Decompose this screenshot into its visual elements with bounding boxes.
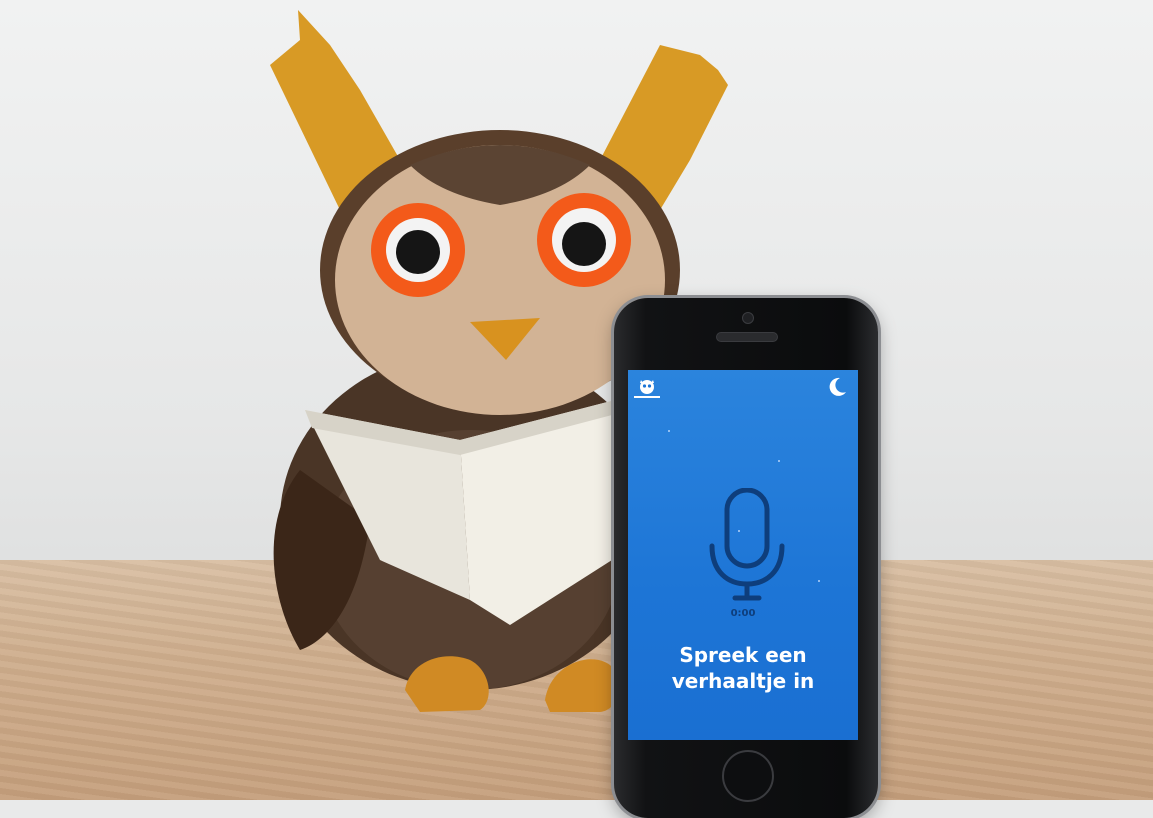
owl-plush	[0, 0, 1153, 800]
owl-illustration	[270, 10, 728, 712]
prompt-line-2: verhaaltje in	[671, 669, 815, 693]
record-button[interactable]	[708, 487, 786, 602]
front-camera	[742, 312, 754, 324]
earpiece-speaker	[716, 332, 778, 342]
microphone-icon	[709, 487, 785, 601]
home-button[interactable]	[722, 750, 774, 802]
moon-icon[interactable]	[826, 376, 848, 398]
recording-timer: 0:00	[730, 608, 756, 619]
smartphone: 0:00 Spreek een verhaaltje in	[614, 298, 878, 818]
record-prompt: Spreek een verhaaltje in	[628, 642, 858, 694]
star-dot	[778, 460, 780, 462]
star-dot	[818, 580, 820, 582]
prompt-line-1: Spreek een	[679, 643, 807, 667]
star-dot	[668, 430, 670, 432]
app-screen: 0:00 Spreek een verhaaltje in	[628, 370, 858, 740]
owl-logo-icon[interactable]	[632, 374, 662, 404]
